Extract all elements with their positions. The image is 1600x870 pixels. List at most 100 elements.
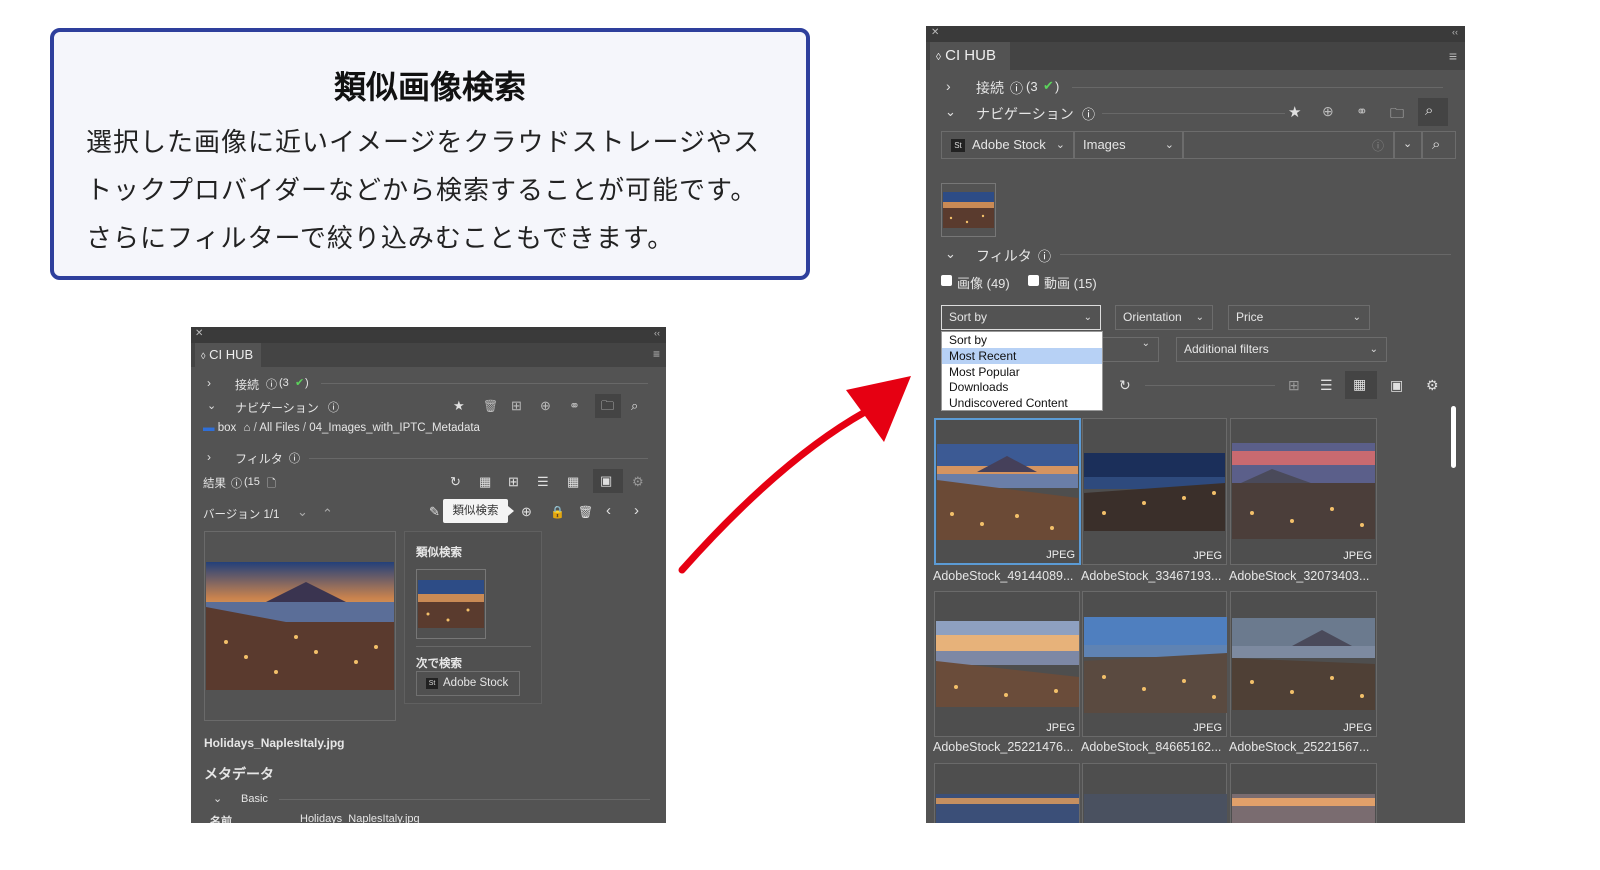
add-icon[interactable]: ⊞ [508,474,519,490]
link-icon[interactable]: ⚭ [1356,103,1368,120]
info-icon[interactable]: ⓘ [1010,78,1023,97]
collapse-icon[interactable]: ‹‹ [654,328,660,338]
tab-cihub[interactable]: ◊ CI HUB [195,343,261,367]
result-thumbnail-6[interactable]: JPEG [1230,591,1377,737]
chevron-down-icon[interactable]: ⌄ [207,399,216,412]
result-thumbnail-5[interactable]: JPEG [1082,591,1227,737]
info-icon[interactable]: ⓘ [1372,137,1384,154]
asset-preview[interactable] [204,531,396,721]
chevron-down-icon[interactable]: ⌄ [297,504,308,520]
link-icon[interactable]: ⚭ [569,398,580,414]
filter-label: フィルタ [235,452,283,466]
result-thumbnail-2[interactable]: JPEG [1082,418,1227,565]
price-select[interactable]: Price ⌄ [1228,305,1370,330]
callout-line-3: さらにフィルターで絞り込みむこともできます。 [86,224,675,254]
list-view-icon[interactable]: ☰ [537,474,549,490]
info-icon[interactable]: ⓘ [289,450,300,466]
type-select[interactable]: Images ⌄ [1074,131,1183,159]
detail-view-button[interactable]: ▣ [593,469,623,493]
edit-icon[interactable]: ✎ [429,504,440,520]
additional-filters-select[interactable]: Additional filters ⌄ [1176,337,1387,362]
close-icon[interactable]: ✕ [195,328,203,339]
sort-option-undiscovered[interactable]: Undiscovered Content [942,395,1102,411]
result-thumbnail-9[interactable] [1230,763,1377,823]
document-icon[interactable]: 🗋 [267,475,276,494]
chevron-left-icon[interactable]: ‹ [606,502,611,519]
add-icon[interactable]: ⊞ [511,398,522,414]
info-icon[interactable]: ⓘ [328,399,339,415]
chevron-right-icon[interactable]: › [946,78,951,94]
folder-button[interactable]: 🗀 [595,394,621,418]
breadcrumb-item-folder[interactable]: 04_Images_with_IPTC_Metadata [309,422,480,434]
callout-title: 類似画像検索 [333,68,526,106]
sort-by-select[interactable]: Sort by ⌄ [941,305,1101,330]
info-icon[interactable]: ⓘ [231,475,242,491]
similar-search-icon[interactable]: ⊕ [521,504,532,520]
breadcrumb-root[interactable]: box [218,422,237,434]
detail-view-icon[interactable]: ▣ [1390,377,1403,394]
scrollbar-thumb[interactable] [1451,406,1456,468]
source-select[interactable]: St Adobe Stock ⌄ [941,131,1074,159]
chevron-up-icon[interactable]: ⌃ [322,506,333,522]
breadcrumb-separator: / [302,422,307,434]
image-checkbox[interactable] [941,275,952,286]
panel-menu-icon[interactable]: ≡ [653,347,660,361]
chevron-down-icon[interactable]: ⌄ [213,792,222,805]
tab-cihub[interactable]: ◊ CI HUB [930,42,1010,70]
video-checkbox[interactable] [1028,275,1039,286]
gear-icon[interactable]: ⚙ [1426,377,1439,394]
grid-view-icon[interactable]: ▦ [567,474,579,490]
trash-icon[interactable]: 🗑 [578,505,593,519]
refresh-icon[interactable]: ↻ [450,474,461,490]
info-icon[interactable]: ⓘ [266,376,277,392]
chevron-down-icon: ⌄ [1083,312,1092,323]
result-thumbnail-7[interactable] [934,763,1080,823]
table-view-icon[interactable]: ▦ [479,474,491,490]
format-tag: JPEG [1343,550,1372,562]
result-thumbnail-8[interactable] [1082,763,1227,823]
search-options-button[interactable]: ⌄ [1394,131,1422,159]
sort-option-most-recent[interactable]: Most Recent [942,348,1102,364]
tab-label: CI HUB [945,47,996,64]
reference-thumbnail[interactable] [941,183,996,237]
grid-view-button[interactable]: ▦ [1345,371,1377,399]
list-view-icon[interactable]: ☰ [1320,377,1333,394]
panel-menu-icon[interactable]: ≡ [1449,48,1457,64]
search-input[interactable]: ⓘ [1183,131,1394,159]
collapse-icon[interactable]: ‹‹ [1452,27,1458,37]
zoom-icon[interactable]: ⊕ [540,398,551,414]
search-button[interactable]: ⌕ [1418,98,1448,126]
star-icon[interactable]: ★ [1288,103,1301,121]
result-caption-4: AdobeStock_25221476... [933,740,1074,754]
result-thumbnail-3[interactable]: JPEG [1230,418,1377,565]
sort-option-sort-by[interactable]: Sort by [942,332,1102,348]
home-icon[interactable]: ⌂ [243,422,250,434]
search-submit-button[interactable]: ⌕ [1422,131,1456,159]
folder-icon[interactable]: 🗀 [1390,103,1404,127]
zoom-icon[interactable]: ⊕ [1322,103,1334,120]
sort-option-most-popular[interactable]: Most Popular [942,364,1102,380]
lock-icon[interactable]: 🔒 [550,505,565,519]
adobe-stock-button[interactable]: St Adobe Stock [416,671,520,696]
result-thumbnail-1[interactable]: JPEG [934,418,1081,565]
star-icon[interactable]: ★ [453,398,465,414]
trash-icon[interactable]: 🗑 [483,399,498,413]
refresh-icon[interactable]: ↻ [1119,377,1131,394]
search-icon[interactable]: ⌕ [631,398,638,414]
sort-option-downloads[interactable]: Downloads [942,379,1102,395]
chevron-down-icon[interactable]: ⌄ [945,104,956,120]
similar-search-thumbnail[interactable] [416,569,486,639]
chevron-down-icon[interactable]: ⌄ [945,246,956,262]
gear-icon[interactable]: ⚙ [632,474,644,490]
chevron-right-icon[interactable]: › [207,450,211,464]
add-icon[interactable]: ⊞ [1288,377,1300,394]
orientation-select[interactable]: Orientation ⌄ [1115,305,1213,330]
chevron-right-icon[interactable]: › [634,502,639,519]
chevron-right-icon[interactable]: › [207,376,211,390]
result-thumbnail-4[interactable]: JPEG [934,591,1080,737]
info-icon[interactable]: ⓘ [1082,104,1095,123]
info-icon[interactable]: ⓘ [1038,246,1051,265]
breadcrumb-item-allfiles[interactable]: All Files [259,422,299,434]
callout-line-2: トックプロバイダーなどから検索することが可能です。 [86,176,758,206]
close-icon[interactable]: ✕ [931,27,939,38]
